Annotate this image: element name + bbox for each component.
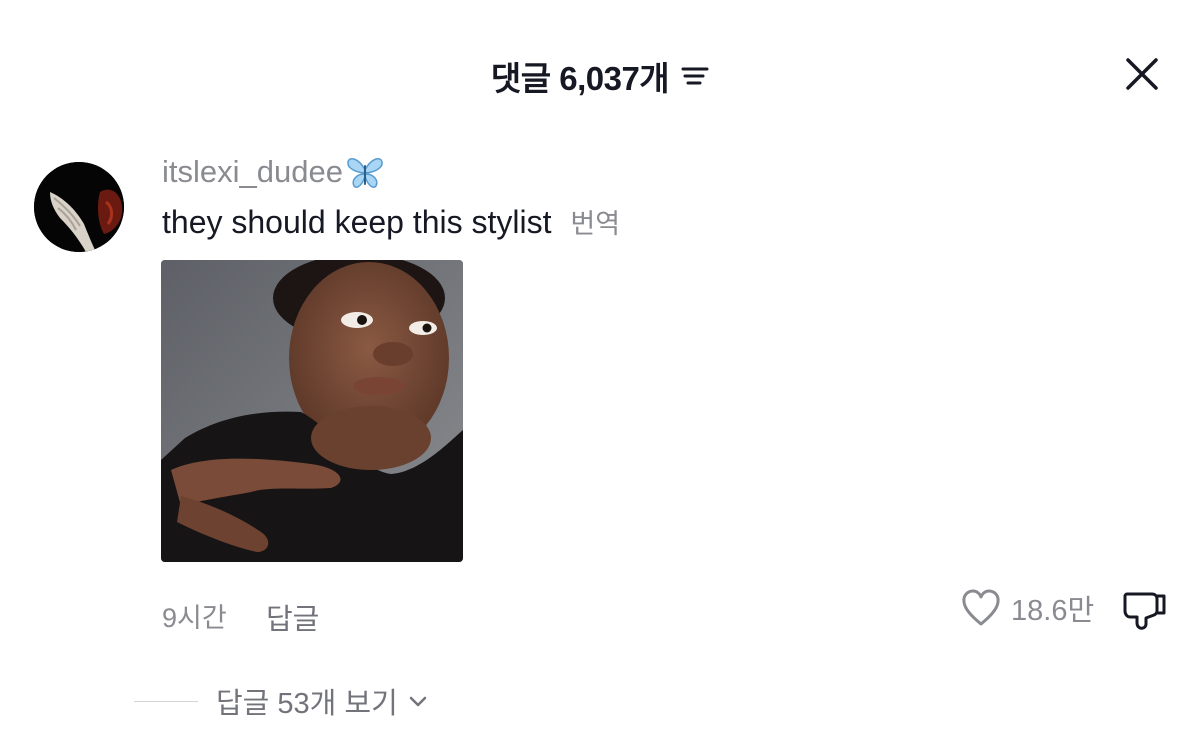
thumbs-down-icon[interactable] xyxy=(1122,586,1168,632)
comment-time: 9시간 xyxy=(162,603,227,633)
view-replies: 답글 53개 보기 xyxy=(134,680,430,722)
heart-icon[interactable] xyxy=(959,586,1003,630)
butterfly-icon xyxy=(347,157,383,188)
like-control[interactable]: 18.6만 xyxy=(959,586,1094,630)
comments-count-title: 댓글 6,037개 xyxy=(490,60,670,97)
chevron-down-icon xyxy=(409,696,427,707)
comment-image[interactable] xyxy=(161,260,463,562)
comments-header: 댓글 6,037개 xyxy=(0,40,1200,110)
replies-divider xyxy=(134,700,198,702)
avatar[interactable] xyxy=(34,162,124,252)
like-count: 18.6만 xyxy=(1011,595,1095,627)
angel-wing-avatar-image xyxy=(34,162,124,252)
view-replies-button[interactable]: 답글 53개 보기 xyxy=(216,680,430,722)
comment-item: itslexi_dudee they should keep this styl… xyxy=(34,150,1174,720)
comment-username[interactable]: itslexi_dudee xyxy=(162,152,385,192)
reaction-photo xyxy=(161,260,463,562)
reply-button[interactable]: 답글 xyxy=(266,596,319,638)
sort-lines-icon[interactable] xyxy=(681,64,709,88)
comment-text: they should keep this stylist 번역 xyxy=(162,204,621,240)
translate-link[interactable]: 번역 xyxy=(570,209,620,239)
close-icon[interactable] xyxy=(1122,54,1162,94)
